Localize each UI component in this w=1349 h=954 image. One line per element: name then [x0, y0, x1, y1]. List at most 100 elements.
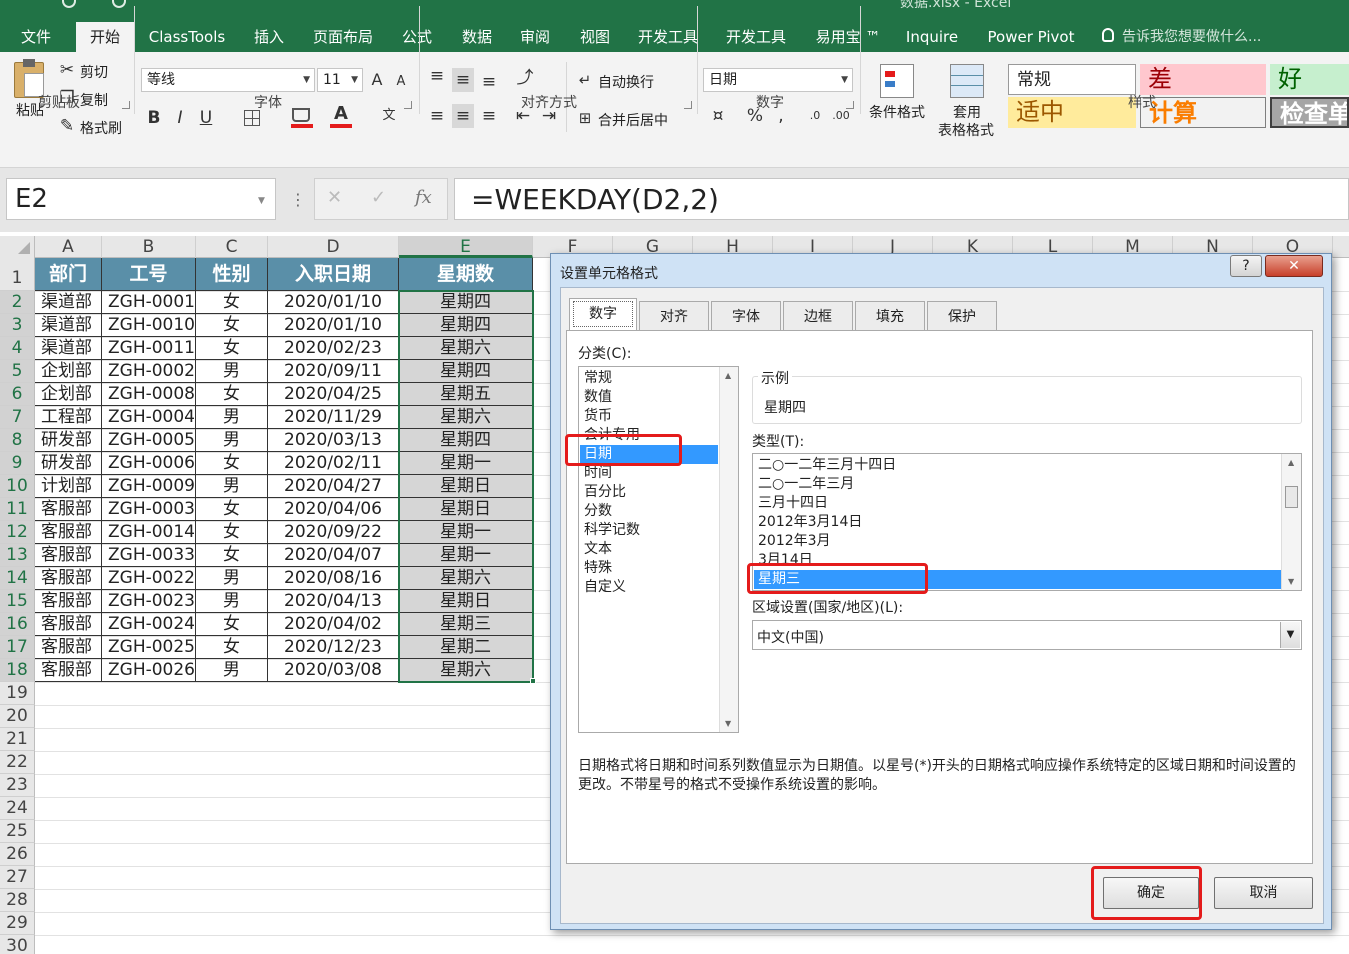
row-header[interactable]: 29 — [0, 912, 35, 935]
row-header[interactable]: 11 — [0, 498, 35, 521]
table-cell[interactable]: 女 — [196, 521, 268, 544]
table-cell[interactable]: 渠道部 — [35, 337, 102, 360]
table-cell[interactable]: 2020/04/13 — [268, 590, 399, 613]
table-cell[interactable]: 2020/01/10 — [268, 291, 399, 314]
column-header[interactable]: D — [268, 236, 399, 258]
table-header-cell[interactable]: 部门 — [35, 258, 102, 291]
table-cell[interactable]: 男 — [196, 475, 268, 498]
row-header[interactable]: 17 — [0, 636, 35, 659]
table-cell[interactable]: ZGH-0014 — [102, 521, 196, 544]
tab-font[interactable]: 字体 — [711, 301, 781, 331]
decrease-font-icon[interactable]: A — [391, 70, 411, 94]
category-item[interactable]: 百分比 — [580, 483, 718, 502]
table-cell[interactable]: 研发部 — [35, 452, 102, 475]
table-cell[interactable]: 2020/12/23 — [268, 636, 399, 659]
row-header[interactable]: 16 — [0, 613, 35, 636]
table-cell[interactable]: ZGH-0004 — [102, 406, 196, 429]
row-header[interactable]: 8 — [0, 429, 35, 452]
menu-inquire[interactable]: Inquire — [898, 22, 966, 52]
row-header[interactable]: 5 — [0, 360, 35, 383]
more-options-icon[interactable]: ⋮ — [290, 190, 306, 209]
table-cell[interactable]: 客服部 — [35, 613, 102, 636]
table-cell[interactable]: 2020/04/25 — [268, 383, 399, 406]
align-bottom-icon[interactable]: ≡ — [478, 70, 500, 94]
borders-icon[interactable] — [244, 110, 260, 126]
category-item[interactable]: 货币 — [580, 407, 718, 426]
table-cell[interactable]: 女 — [196, 383, 268, 406]
menu-developer[interactable]: 开发工具 — [630, 22, 706, 52]
row-header[interactable]: 15 — [0, 590, 35, 613]
table-cell[interactable]: 企划部 — [35, 360, 102, 383]
row-header[interactable]: 18 — [0, 659, 35, 682]
table-cell[interactable]: 2020/04/06 — [268, 498, 399, 521]
table-header-cell[interactable]: 星期数 — [399, 258, 533, 291]
category-item[interactable]: 数值 — [580, 388, 718, 407]
table-cell[interactable]: 男 — [196, 659, 268, 682]
table-cell[interactable]: ZGH-0002 — [102, 360, 196, 383]
clipboard-launcher-icon[interactable] — [122, 101, 130, 109]
menu-power-pivot[interactable]: Power Pivot — [978, 22, 1084, 52]
table-cell[interactable]: ZGH-0005 — [102, 429, 196, 452]
table-cell[interactable]: ZGH-0008 — [102, 383, 196, 406]
table-cell[interactable]: ZGH-0009 — [102, 475, 196, 498]
style-normal[interactable]: 常规 — [1008, 64, 1136, 95]
table-cell[interactable]: 女 — [196, 498, 268, 521]
table-cell[interactable]: ZGH-0010 — [102, 314, 196, 337]
row-header[interactable]: 20 — [0, 705, 35, 728]
table-cell[interactable]: 2020/03/13 — [268, 429, 399, 452]
menu-insert[interactable]: 插入 — [244, 22, 294, 52]
table-cell[interactable]: 2020/04/27 — [268, 475, 399, 498]
wrap-text-button[interactable]: 自动换行 — [598, 72, 654, 92]
table-cell[interactable]: 女 — [196, 544, 268, 567]
column-header[interactable]: A — [35, 236, 102, 258]
table-cell[interactable]: ZGH-0006 — [102, 452, 196, 475]
type-scrollbar-thumb[interactable] — [1285, 486, 1298, 508]
table-cell[interactable]: 2020/09/11 — [268, 360, 399, 383]
column-header-selected[interactable]: E — [399, 236, 533, 258]
row-header[interactable]: 4 — [0, 337, 35, 360]
row-header[interactable]: 7 — [0, 406, 35, 429]
category-item[interactable]: 文本 — [580, 540, 718, 559]
column-header[interactable]: B — [102, 236, 196, 258]
row-header[interactable]: 19 — [0, 682, 35, 705]
table-cell[interactable]: 客服部 — [35, 590, 102, 613]
align-top-icon[interactable]: ≡ — [426, 64, 448, 88]
table-cell[interactable]: 客服部 — [35, 544, 102, 567]
table-cell[interactable]: 渠道部 — [35, 291, 102, 314]
cancel-button[interactable]: 取消 — [1214, 877, 1313, 909]
table-cell[interactable]: 研发部 — [35, 429, 102, 452]
table-cell[interactable]: 男 — [196, 360, 268, 383]
table-cell[interactable]: 2020/02/11 — [268, 452, 399, 475]
help-button[interactable]: ? — [1230, 255, 1262, 277]
category-item[interactable]: 特殊 — [580, 559, 718, 578]
table-cell[interactable]: ZGH-0025 — [102, 636, 196, 659]
table-cell[interactable]: 2020/02/23 — [268, 337, 399, 360]
row-header[interactable]: 26 — [0, 843, 35, 866]
row-header[interactable]: 3 — [0, 314, 35, 337]
table-cell[interactable]: 男 — [196, 567, 268, 590]
table-cell[interactable]: 女 — [196, 314, 268, 337]
type-item[interactable]: 2012年3月14日 — [754, 513, 1281, 532]
number-format-select[interactable]: 日期 ▼ — [703, 68, 853, 92]
menu-data[interactable]: 数据 — [452, 22, 502, 52]
table-cell[interactable]: 客服部 — [35, 498, 102, 521]
table-cell[interactable]: ZGH-0001 — [102, 291, 196, 314]
fill-handle[interactable] — [530, 678, 536, 684]
row-header[interactable]: 24 — [0, 797, 35, 820]
menu-review[interactable]: 审阅 — [510, 22, 560, 52]
tab-alignment[interactable]: 对齐 — [639, 301, 709, 331]
insert-function-icon[interactable]: fx — [415, 187, 432, 208]
table-cell[interactable]: 女 — [196, 452, 268, 475]
table-cell[interactable]: 2020/04/07 — [268, 544, 399, 567]
table-cell[interactable]: ZGH-0024 — [102, 613, 196, 636]
category-item[interactable]: 科学记数 — [580, 521, 718, 540]
alignment-launcher-icon[interactable] — [684, 101, 692, 109]
row-header[interactable]: 30 — [0, 935, 35, 954]
cut-button[interactable]: 剪切 — [80, 62, 108, 82]
table-cell[interactable]: ZGH-0003 — [102, 498, 196, 521]
type-item[interactable]: 二○一二年三月 — [754, 475, 1281, 494]
table-cell[interactable]: 女 — [196, 636, 268, 659]
menu-developer-2[interactable]: 开发工具 — [718, 22, 794, 52]
close-button[interactable]: ✕ — [1265, 255, 1323, 277]
name-box-dropdown-icon[interactable]: ▼ — [258, 196, 265, 206]
